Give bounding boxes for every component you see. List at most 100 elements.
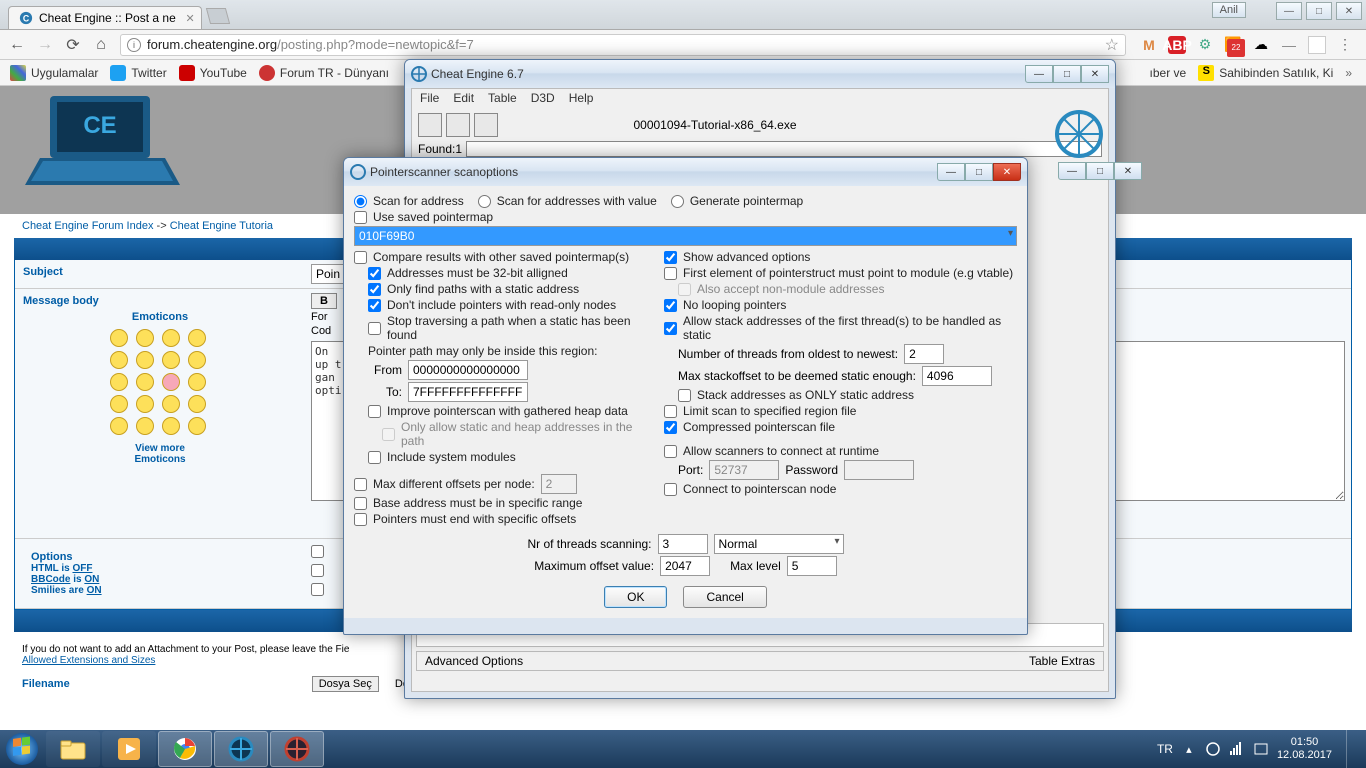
emoji-icon[interactable] — [188, 329, 206, 347]
ps-check-improve-heap[interactable] — [368, 405, 381, 418]
ce-minimize-button[interactable]: — — [1025, 65, 1053, 83]
nav-back-button[interactable]: ← — [8, 36, 26, 54]
ps-check-allow-scanners[interactable] — [664, 445, 677, 458]
ps-minimize-button[interactable]: — — [937, 163, 965, 181]
site-info-icon[interactable]: i — [127, 38, 141, 52]
ce-maximize-button[interactable]: □ — [1053, 65, 1081, 83]
browser-minimize-button[interactable]: — — [1276, 2, 1302, 20]
ps-check-end-offsets[interactable] — [354, 513, 367, 526]
gmail-ext-icon[interactable]: M — [1140, 36, 1158, 54]
menu-table[interactable]: Table — [488, 91, 517, 107]
emoji-icon[interactable] — [188, 417, 206, 435]
ps-check-compressed[interactable] — [664, 421, 677, 434]
browser-tab-active[interactable]: C Cheat Engine :: Post a ne ✕ — [8, 6, 202, 29]
new-tab-button[interactable] — [206, 8, 230, 24]
ps-titlebar[interactable]: Pointerscanner scanoptions — □ ✕ — [344, 158, 1027, 186]
ps-check-show-advanced[interactable] — [664, 251, 677, 264]
ps-nrthreads-input[interactable] — [658, 534, 708, 554]
bookmark-youtube[interactable]: YouTube — [179, 65, 247, 81]
bookmark-twitter[interactable]: Twitter — [110, 65, 166, 81]
ps-check-only-static[interactable] — [368, 283, 381, 296]
menu-help[interactable]: Help — [569, 91, 594, 107]
bookmark-forumtr[interactable]: Forum TR - Dünyanı — [259, 65, 389, 81]
menu-file[interactable]: File — [420, 91, 439, 107]
option-checkbox[interactable] — [311, 564, 324, 577]
ps-check-limit-region[interactable] — [664, 405, 677, 418]
option-checkbox[interactable] — [311, 583, 324, 596]
ps-check-stop-traversing[interactable] — [368, 322, 381, 335]
bookmark-sahibinden[interactable]: SSahibinden Satılık, Ki — [1198, 65, 1333, 81]
emoji-icon[interactable] — [188, 373, 206, 391]
ce-titlebar[interactable]: Cheat Engine 6.7 — □ ✕ — [405, 60, 1115, 88]
ps-check-32bit[interactable] — [368, 267, 381, 280]
browser-maximize-button[interactable]: □ — [1306, 2, 1332, 20]
ps-radio-scan-address[interactable] — [354, 195, 367, 208]
emoji-icon[interactable] — [188, 351, 206, 369]
tray-volume-icon[interactable] — [1229, 741, 1245, 757]
ps-cancel-button[interactable]: Cancel — [683, 586, 766, 608]
ps-radio-scan-value[interactable] — [478, 195, 491, 208]
breadcrumb-section-link[interactable]: Cheat Engine Tutoria — [170, 220, 273, 232]
abp-ext-icon[interactable]: ABP — [1168, 36, 1186, 54]
ps-priority-select[interactable] — [714, 534, 844, 554]
ps-address-input[interactable] — [354, 226, 1017, 246]
taskbar-media-player[interactable] — [102, 731, 156, 767]
tray-network-icon[interactable] — [1205, 741, 1221, 757]
breadcrumb-index-link[interactable]: Cheat Engine Forum Index — [22, 220, 153, 232]
ps-maxlevel-input[interactable] — [787, 556, 837, 576]
puzzle-ext-icon[interactable]: ⚙ — [1196, 36, 1214, 54]
ps-check-use-saved[interactable] — [354, 211, 367, 224]
taskbar-ce2[interactable] — [270, 731, 324, 767]
browser-close-button[interactable]: ✕ — [1336, 2, 1362, 20]
flag-ext-icon[interactable] — [1308, 36, 1326, 54]
ps-check-no-looping[interactable] — [664, 299, 677, 312]
ce-advanced-options-label[interactable]: Advanced Options — [425, 654, 523, 668]
idm-ext-icon[interactable]: 🔽22 — [1224, 36, 1242, 54]
choose-file-button[interactable]: Dosya Seç — [312, 676, 379, 692]
ps-close-button[interactable]: ✕ — [993, 163, 1021, 181]
emoji-icon[interactable] — [162, 395, 180, 413]
emoji-icon[interactable] — [110, 351, 128, 369]
option-checkbox[interactable] — [311, 545, 324, 558]
emoji-icon[interactable] — [136, 351, 154, 369]
ps-check-base-range[interactable] — [354, 497, 367, 510]
emoji-icon[interactable] — [162, 373, 180, 391]
emoji-icon[interactable] — [162, 351, 180, 369]
ps-from-input[interactable] — [408, 360, 528, 380]
emoji-icon[interactable] — [162, 417, 180, 435]
emoji-icon[interactable] — [110, 329, 128, 347]
ps-check-max-diff[interactable] — [354, 478, 367, 491]
bookmark-apps[interactable]: Uygulamalar — [10, 65, 98, 81]
tray-up-icon[interactable]: ▴ — [1181, 741, 1197, 757]
ps-numthreads-input[interactable] — [904, 344, 944, 364]
format-bold-button[interactable]: B — [311, 293, 337, 309]
emoji-icon[interactable] — [188, 395, 206, 413]
taskbar-ce1[interactable] — [214, 731, 268, 767]
allowed-extensions-link[interactable]: Allowed Extensions and Sizes — [22, 655, 155, 666]
nav-home-button[interactable]: ⌂ — [92, 36, 110, 54]
emoji-icon[interactable] — [136, 395, 154, 413]
chrome-profile-badge[interactable]: Anil — [1212, 2, 1246, 18]
ps-check-no-readonly[interactable] — [368, 299, 381, 312]
ps-check-first-elem[interactable] — [664, 267, 677, 280]
emoji-icon[interactable] — [136, 373, 154, 391]
menu-edit[interactable]: Edit — [453, 91, 474, 107]
ps-maxoffset-input[interactable] — [660, 556, 710, 576]
nav-reload-button[interactable]: ⟳ — [64, 36, 82, 54]
taskbar-chrome[interactable] — [158, 731, 212, 767]
menu-d3d[interactable]: D3D — [531, 91, 555, 107]
bookmark-star-icon[interactable]: ☆ — [1105, 35, 1119, 55]
ps-ok-button[interactable]: OK — [604, 586, 667, 608]
ce2-close-button[interactable]: ✕ — [1114, 162, 1142, 180]
emoji-icon[interactable] — [110, 395, 128, 413]
ce2-minimize-button[interactable]: — — [1058, 162, 1086, 180]
bookmark-cut-right[interactable]: ıber ve — [1150, 66, 1187, 80]
taskbar-clock[interactable]: 01:50 12.08.2017 — [1277, 736, 1332, 761]
ps-maxstack-input[interactable] — [922, 366, 992, 386]
ce2-maximize-button[interactable]: □ — [1086, 162, 1114, 180]
chrome-menu-icon[interactable]: ⋮ — [1336, 36, 1354, 54]
ce-table-extras-label[interactable]: Table Extras — [1029, 654, 1095, 668]
ps-check-allow-stack[interactable] — [664, 322, 677, 335]
weather-ext-icon[interactable]: ☁ — [1252, 36, 1270, 54]
nav-forward-button[interactable]: → — [36, 36, 54, 54]
